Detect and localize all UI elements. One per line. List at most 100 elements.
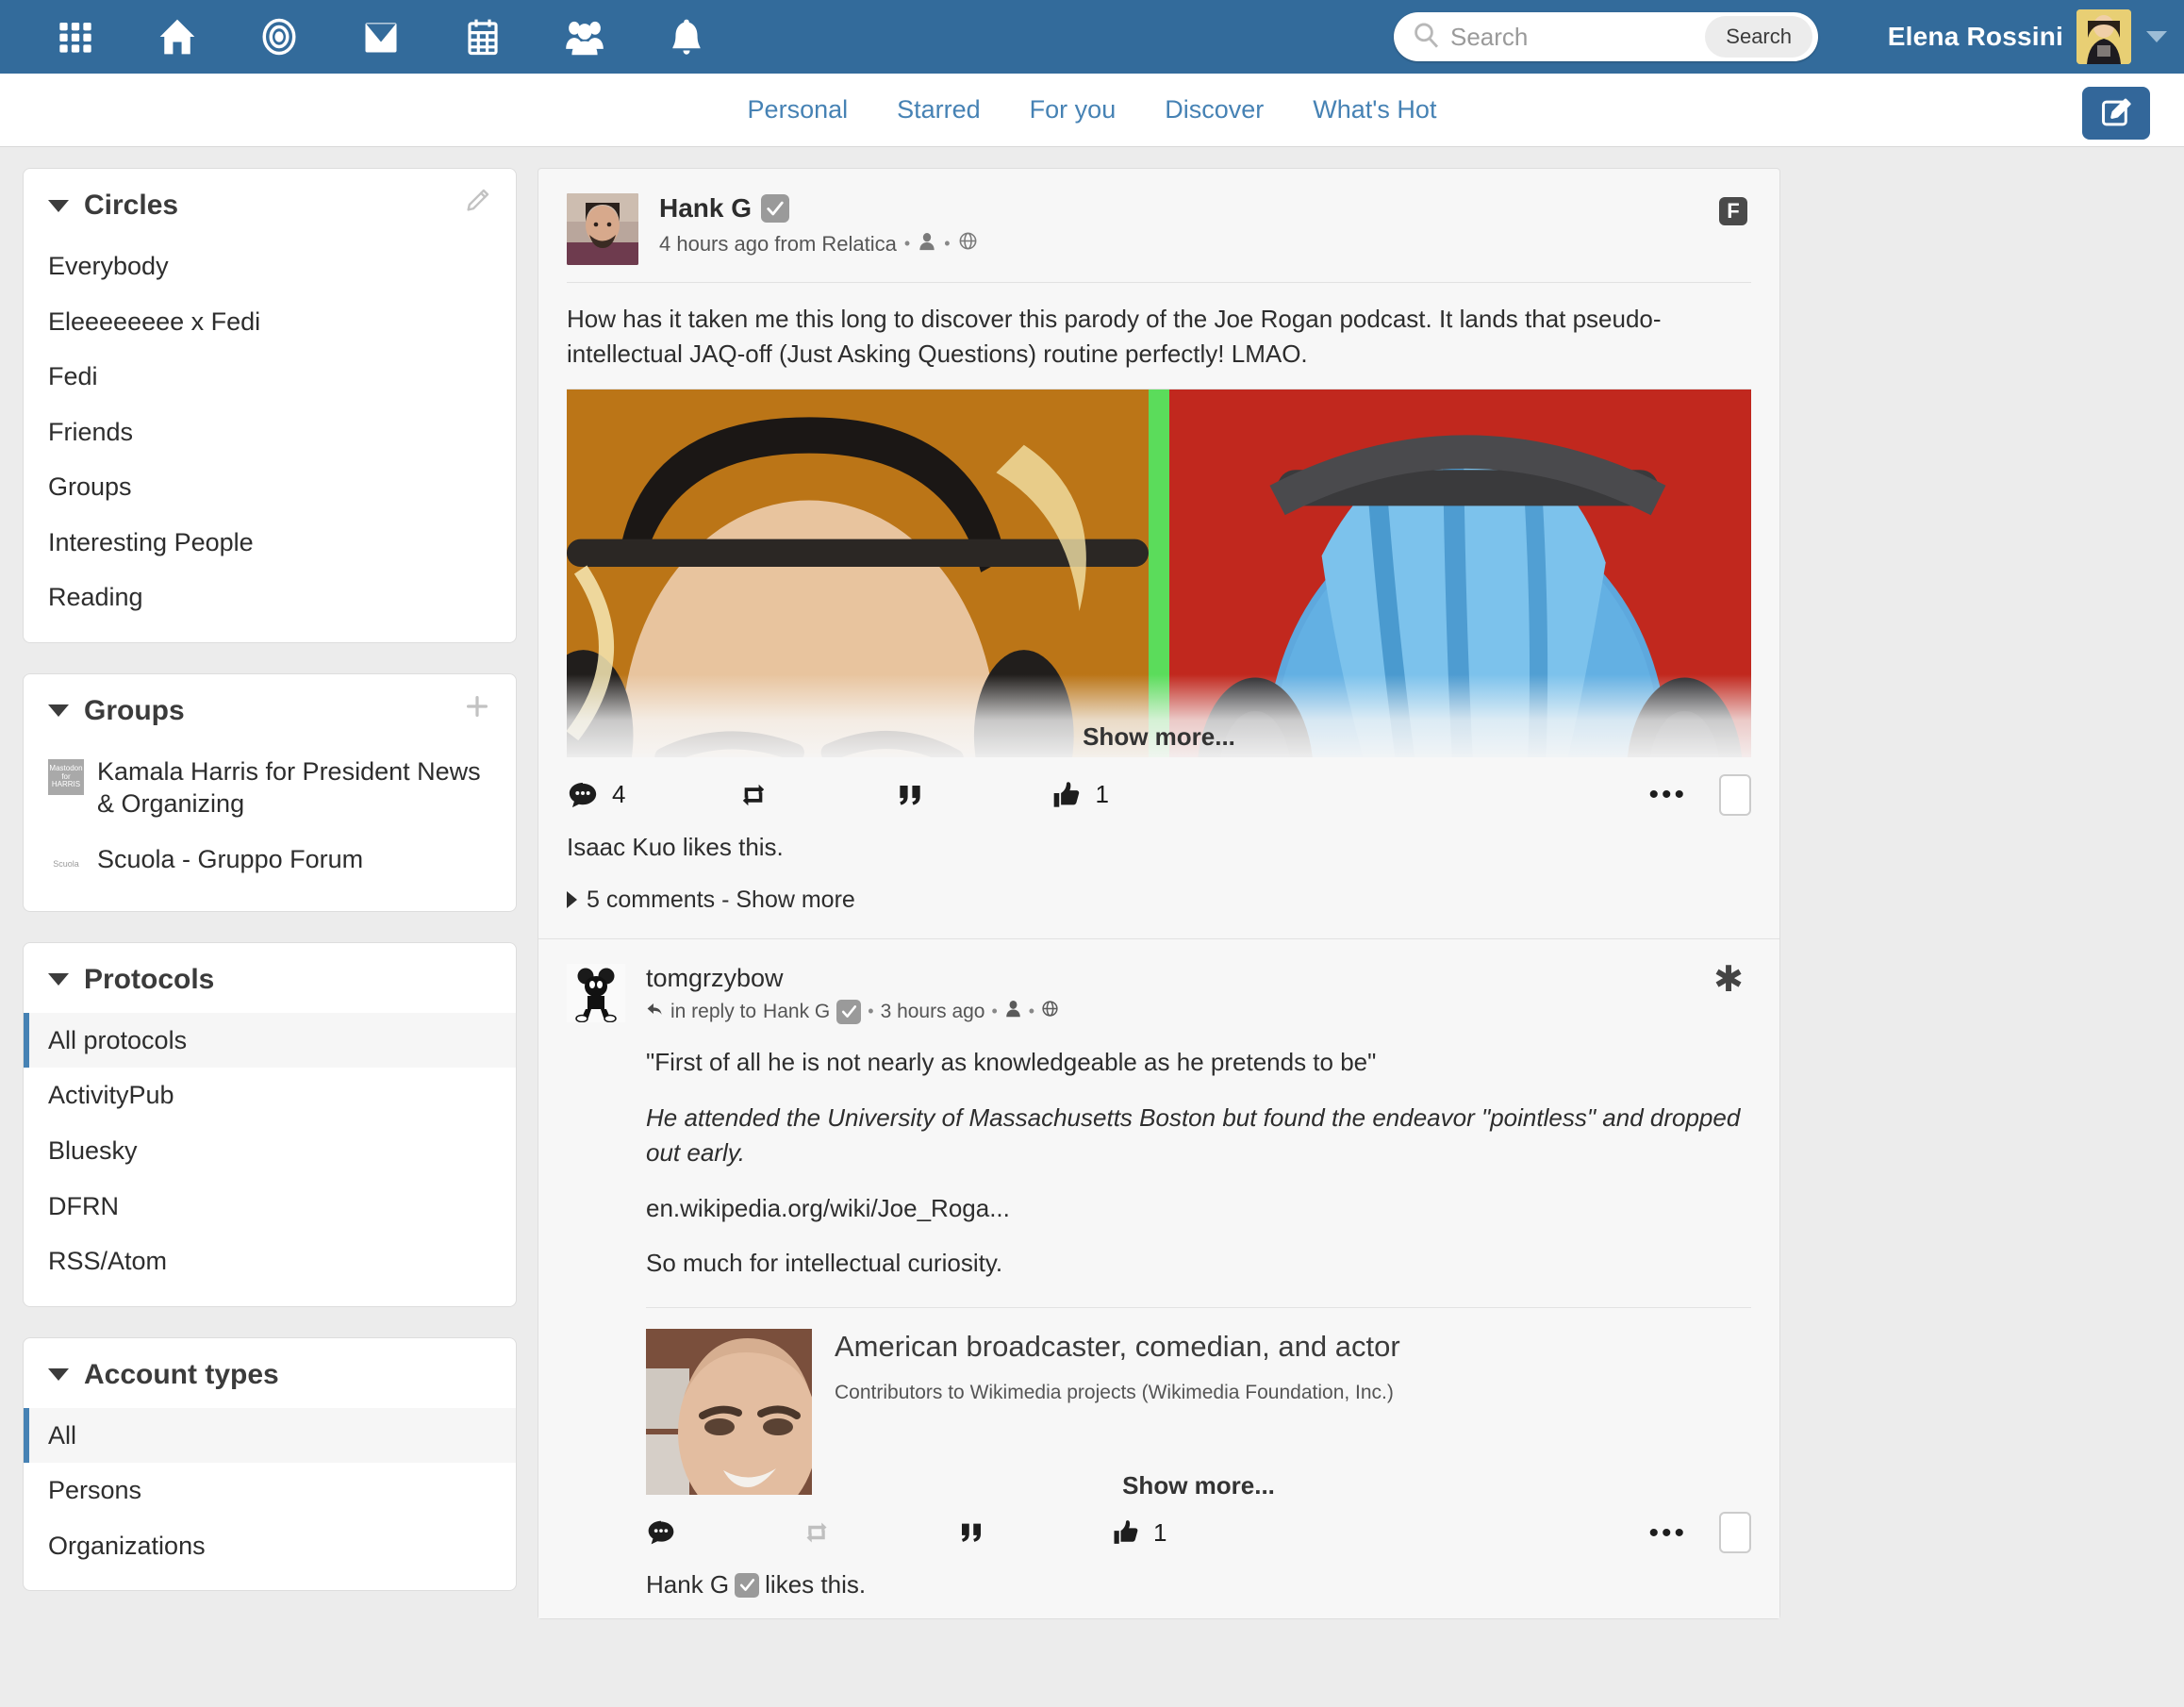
post-media-gallery[interactable]: Show more... xyxy=(567,389,1751,757)
post-card: Hank G 4 hours ago from Relatica • • xyxy=(538,168,1780,1619)
target-icon[interactable] xyxy=(228,0,330,74)
apps-grid-icon[interactable] xyxy=(25,0,126,74)
page-container: Circles Everybody Eleeeeeeee x Fedi Fedi… xyxy=(0,147,2184,1621)
main-feed: Hank G 4 hours ago from Relatica • • xyxy=(538,168,1780,1619)
tab-starred[interactable]: Starred xyxy=(897,95,981,124)
reply-prefix-label: in reply to xyxy=(670,1001,756,1023)
chevron-down-icon[interactable] xyxy=(48,200,69,212)
comment-link[interactable]: en.wikipedia.org/wiki/Joe_Roga... xyxy=(646,1191,1751,1226)
search-input[interactable] xyxy=(1448,22,1705,53)
comment-body: "First of all he is not nearly as knowle… xyxy=(567,1045,1751,1282)
comment-quote-text: "First of all he is not nearly as knowle… xyxy=(646,1045,1751,1080)
compose-button[interactable] xyxy=(2082,87,2150,140)
media-show-more[interactable]: Show more... xyxy=(567,674,1751,757)
sidebar-item-kamala-harris-group[interactable]: Mastodon for HARRIS Kamala Harris for Pr… xyxy=(24,744,516,832)
sidebar-item-bluesky[interactable]: Bluesky xyxy=(24,1123,516,1179)
comments-show-more-toggle[interactable]: 5 comments - Show more xyxy=(538,881,1779,938)
chevron-down-icon[interactable] xyxy=(48,973,69,986)
tab-for-you[interactable]: For you xyxy=(1030,95,1117,124)
verified-check-icon xyxy=(836,1000,861,1024)
chevron-down-icon[interactable] xyxy=(48,1368,69,1381)
sidebar-item-groups[interactable]: Groups xyxy=(24,459,516,515)
reply-target-name[interactable]: Hank G xyxy=(763,1001,830,1023)
friendica-source-icon[interactable]: F xyxy=(1719,197,1747,225)
comment-header: tomgrzybow in reply to Hank G • 3 hou xyxy=(567,964,1751,1024)
like-button[interactable]: 1 xyxy=(1051,780,1108,810)
people-icon[interactable] xyxy=(534,0,636,74)
tab-whats-hot[interactable]: What's Hot xyxy=(1313,95,1436,124)
post-meta: 4 hours ago from Relatica • • xyxy=(659,231,978,257)
quote-button[interactable] xyxy=(895,780,938,810)
panel-circles-header[interactable]: Circles xyxy=(24,169,516,239)
post-author-name[interactable]: Hank G xyxy=(659,193,752,224)
sidebar-item-reading[interactable]: Reading xyxy=(24,570,516,625)
sidebar-item-all[interactable]: All xyxy=(24,1408,516,1464)
select-post-checkbox[interactable] xyxy=(1719,774,1751,816)
search-submit-button[interactable]: Search xyxy=(1705,16,1812,58)
panel-protocols: Protocols All protocols ActivityPub Blue… xyxy=(23,942,517,1307)
sidebar-item-persons[interactable]: Persons xyxy=(24,1463,516,1518)
account-types-list: All Persons Organizations xyxy=(24,1408,516,1591)
sidebar-item-eleeeeeeee-x-fedi[interactable]: Eleeeeeeee x Fedi xyxy=(24,294,516,350)
protocols-list: All protocols ActivityPub Bluesky DFRN R… xyxy=(24,1013,516,1306)
sidebar-item-friends[interactable]: Friends xyxy=(24,405,516,460)
sidebar-item-organizations[interactable]: Organizations xyxy=(24,1518,516,1574)
likes-suffix: likes this. xyxy=(765,1570,866,1599)
panel-title: Groups xyxy=(84,695,185,727)
link-preview-card[interactable]: American broadcaster, comedian, and acto… xyxy=(567,1308,1751,1495)
avatar[interactable] xyxy=(2076,9,2131,64)
tab-personal[interactable]: Personal xyxy=(748,95,849,124)
more-options-icon[interactable]: ••• xyxy=(1648,1526,1687,1540)
panel-groups: Groups Mastodon for HARRIS Kamala Harris… xyxy=(23,673,517,912)
meta-separator: • xyxy=(1029,1002,1034,1021)
comment-button[interactable]: 4 xyxy=(567,779,625,811)
more-options-icon[interactable]: ••• xyxy=(1648,787,1687,802)
chevron-right-icon xyxy=(567,891,577,908)
post-action-bar: 4 1 ••• xyxy=(538,757,1779,825)
post-author-avatar[interactable] xyxy=(567,193,638,265)
quote-button[interactable] xyxy=(957,1518,999,1547)
sidebar-item-scuola-group[interactable]: Scuola Scuola - Gruppo Forum xyxy=(24,832,516,894)
secondary-nav-tabs: Personal Starred For you Discover What's… xyxy=(0,74,2184,147)
like-button[interactable]: 1 xyxy=(1112,1518,1166,1548)
chevron-down-icon[interactable] xyxy=(48,704,69,717)
circles-list: Everybody Eleeeeeeee x Fedi Fedi Friends… xyxy=(24,239,516,642)
envelope-icon[interactable] xyxy=(330,0,432,74)
calendar-icon[interactable] xyxy=(432,0,534,74)
panel-protocols-header[interactable]: Protocols xyxy=(24,943,516,1013)
top-navbar: Search Elena Rossini xyxy=(0,0,2184,74)
select-comment-checkbox[interactable] xyxy=(1719,1512,1751,1553)
user-menu[interactable]: Elena Rossini xyxy=(1888,0,2167,74)
sidebar-item-all-protocols[interactable]: All protocols xyxy=(24,1013,516,1069)
comment-button[interactable] xyxy=(646,1517,689,1548)
sidebar-item-dfrn[interactable]: DFRN xyxy=(24,1179,516,1235)
sidebar-item-interesting-people[interactable]: Interesting People xyxy=(24,515,516,571)
group-avatar-icon: Scuola xyxy=(48,847,84,883)
panel-account-types-header[interactable]: Account types xyxy=(24,1338,516,1408)
pencil-icon[interactable] xyxy=(463,187,491,221)
sidebar-item-activitypub[interactable]: ActivityPub xyxy=(24,1068,516,1123)
sidebar-item-fedi[interactable]: Fedi xyxy=(24,349,516,405)
like-count: 1 xyxy=(1095,780,1108,809)
repeat-button[interactable] xyxy=(802,1518,844,1547)
repeat-button[interactable] xyxy=(738,780,782,810)
post-timestamp-source: 4 hours ago from Relatica xyxy=(659,232,897,257)
chevron-down-icon[interactable] xyxy=(2146,31,2167,42)
tab-discover[interactable]: Discover xyxy=(1165,95,1264,124)
bell-icon[interactable] xyxy=(636,0,737,74)
sidebar-item-rss-atom[interactable]: RSS/Atom xyxy=(24,1234,516,1289)
search-box[interactable]: Search xyxy=(1394,12,1818,61)
panel-groups-header[interactable]: Groups xyxy=(24,674,516,744)
likes-text: Isaac Kuo likes this. xyxy=(567,833,784,862)
link-preview-title: American broadcaster, comedian, and acto… xyxy=(835,1329,1400,1364)
star-icon[interactable]: ✱ xyxy=(1713,970,1744,991)
home-icon[interactable] xyxy=(126,0,228,74)
group-avatar-icon: Mastodon for HARRIS xyxy=(48,759,84,795)
comment-likes-line: Hank G likes this. xyxy=(567,1563,1751,1618)
comment-author-avatar[interactable] xyxy=(567,964,625,1022)
comment-author-name[interactable]: tomgrzybow xyxy=(646,964,1059,993)
plus-icon[interactable] xyxy=(463,692,491,726)
comment-meta: in reply to Hank G • 3 hours ago • • xyxy=(646,1000,1059,1024)
comments-toggle-label: 5 comments - Show more xyxy=(587,887,855,914)
sidebar-item-everybody[interactable]: Everybody xyxy=(24,239,516,294)
